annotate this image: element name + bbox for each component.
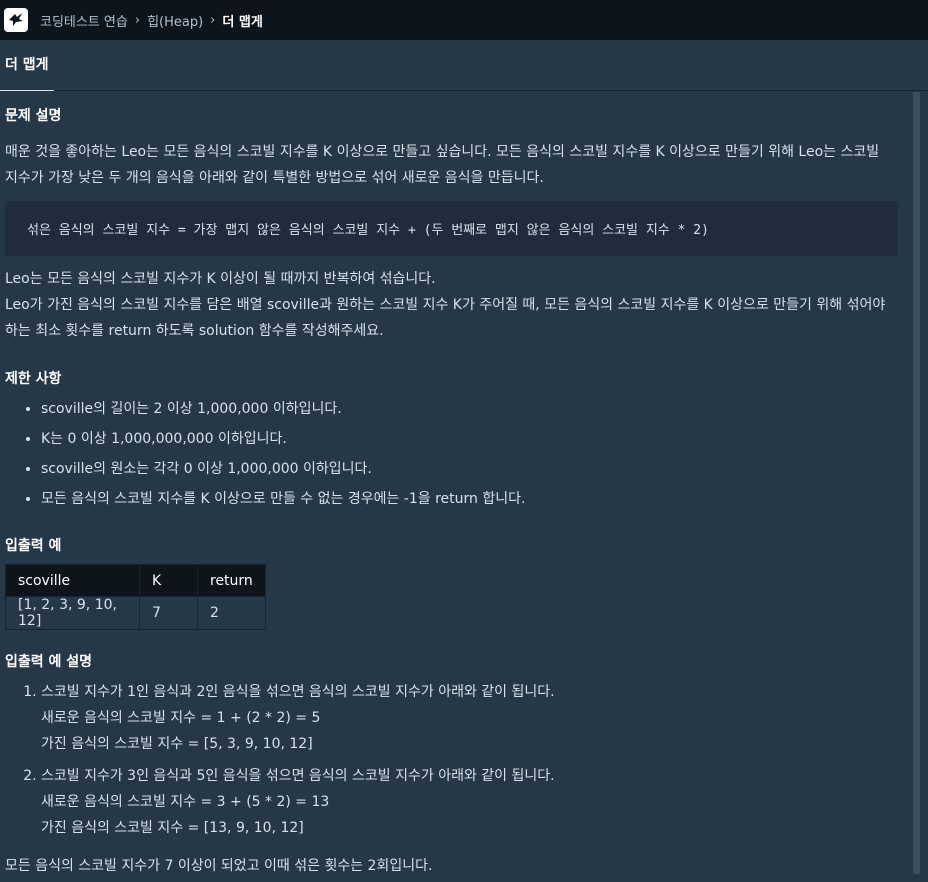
list-item: scoville의 길이는 2 이상 1,000,000 이하입니다.	[41, 394, 525, 424]
table-header: scoville	[5, 564, 140, 597]
table-cell: [1, 2, 3, 9, 10, 12]	[5, 596, 140, 630]
conclusion-text: 모든 음식의 스코빌 지수가 7 이상이 되었고 이때 섞은 횟수는 2회입니다…	[5, 858, 433, 874]
example-explanation-title: 입출력 예 설명	[5, 654, 93, 670]
code-block: 섞은 음식의 스코빌 지수 = 가장 맵지 않은 음식의 스코빌 지수 + (두…	[5, 201, 898, 256]
problem-paragraph-1: 매운 것을 좋아하는 Leo는 모든 음식의 스코빌 지수를 K 이상으로 만들…	[5, 144, 880, 160]
list-item: 스코빌 지수가 3인 음식과 5인 음식을 섞으면 음식의 스코빌 지수가 아래…	[41, 763, 555, 841]
problem-paragraph-3: Leo가 가진 음식의 스코빌 지수를 담은 배열 scoville과 원하는 …	[5, 297, 886, 313]
breadcrumb-current: 더 맵게	[222, 14, 263, 30]
limits-list: scoville의 길이는 2 이상 1,000,000 이하입니다. K는 0…	[5, 394, 525, 514]
example-line: 가진 음식의 스코빌 지수 = [5, 3, 9, 10, 12]	[41, 736, 313, 752]
list-item: 모든 음식의 스코빌 지수를 K 이상으로 만들 수 없는 경우에는 -1을 r…	[41, 484, 525, 514]
code-text: 섞은 음식의 스코빌 지수 = 가장 맵지 않은 음식의 스코빌 지수 + (두…	[27, 223, 709, 238]
breadcrumb-item-heap[interactable]: 힙(Heap)	[147, 11, 203, 30]
list-item: K는 0 이상 1,000,000,000 이하입니다.	[41, 424, 525, 454]
programmers-logo-icon[interactable]	[4, 8, 28, 32]
table-row: [1, 2, 3, 9, 10, 12] 7 2	[5, 596, 266, 630]
problem-paragraph-2: Leo는 모든 음식의 스코빌 지수가 K 이상이 될 때까지 반복하여 섞습니…	[5, 271, 436, 287]
table-cell: 7	[139, 596, 198, 630]
io-table: scoville K return [1, 2, 3, 9, 10, 12] 7…	[5, 564, 266, 630]
problem-paragraph-3b: 하는 최소 횟수를 return 하도록 solution 함수를 작성해주세요…	[5, 323, 384, 339]
io-title: 입출력 예	[5, 538, 62, 554]
table-header: K	[139, 564, 198, 597]
tab-bar: 더 맵게	[0, 40, 928, 91]
limits-title: 제한 사항	[5, 371, 62, 387]
list-item: 스코빌 지수가 1인 음식과 2인 음식을 섞으면 음식의 스코빌 지수가 아래…	[41, 679, 555, 757]
problem-paragraph-1b: 지수가 가장 낮은 두 개의 음식을 아래와 같이 특별한 방법으로 섞어 새로…	[5, 170, 544, 186]
chevron-right-icon: ›	[134, 12, 141, 28]
chevron-right-icon: ›	[210, 12, 216, 28]
example-list: 스코빌 지수가 1인 음식과 2인 음식을 섞으면 음식의 스코빌 지수가 아래…	[5, 679, 555, 847]
table-cell: 2	[197, 596, 266, 630]
table-header-row: scoville K return	[5, 564, 266, 597]
breadcrumb-item-coding-test[interactable]: 코딩테스트 연습	[40, 11, 128, 30]
example-line: 새로운 음식의 스코빌 지수 = 3 + (5 * 2) = 13	[41, 794, 330, 810]
problem-description: 문제 설명 매운 것을 좋아하는 Leo는 모든 음식의 스코빌 지수를 K 이…	[0, 91, 905, 882]
problem-title: 문제 설명	[5, 108, 62, 124]
list-item: scoville의 원소는 각각 0 이상 1,000,000 이하입니다.	[41, 454, 525, 484]
example-main: 스코빌 지수가 1인 음식과 2인 음식을 섞으면 음식의 스코빌 지수가 아래…	[41, 684, 555, 700]
tab-problem[interactable]: 더 맵게	[0, 40, 54, 91]
example-main: 스코빌 지수가 3인 음식과 5인 음식을 섞으면 음식의 스코빌 지수가 아래…	[41, 768, 555, 784]
scrollbar[interactable]	[913, 92, 920, 874]
table-header: return	[197, 564, 266, 597]
example-line: 새로운 음식의 스코빌 지수 = 1 + (2 * 2) = 5	[41, 710, 321, 726]
top-navigation-bar: 코딩테스트 연습 › 힙(Heap) › 더 맵게	[0, 0, 928, 40]
example-line: 가진 음식의 스코빌 지수 = [13, 9, 10, 12]	[41, 820, 304, 836]
